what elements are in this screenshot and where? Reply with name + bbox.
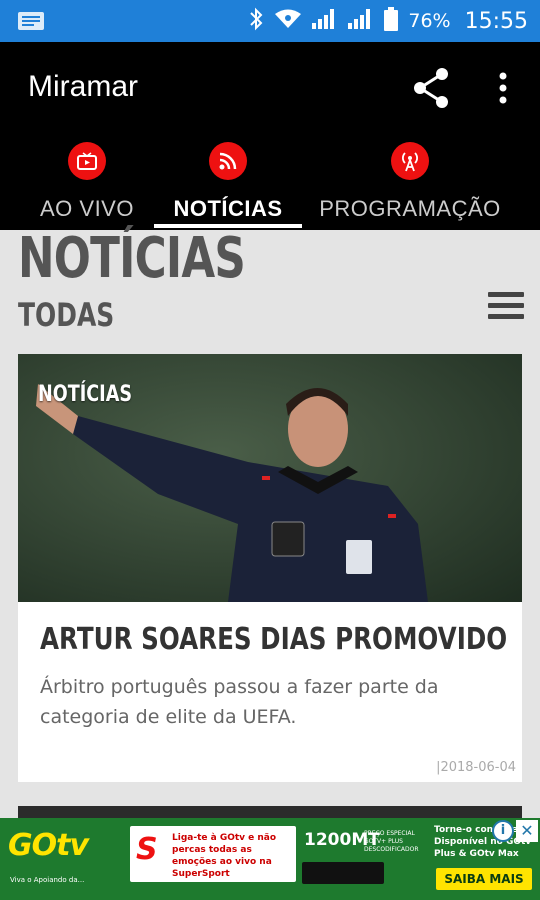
bluetooth-icon bbox=[248, 7, 264, 35]
ad-message: Liga-te à GOtv e não percas todas as emo… bbox=[172, 833, 277, 879]
tab-bar: AO VIVO NOTÍCIAS PROGRAMAÇÃO bbox=[0, 140, 540, 230]
ad-close-icon[interactable]: ✕ bbox=[516, 820, 538, 842]
notification-icon bbox=[18, 10, 46, 32]
live-tv-icon bbox=[68, 142, 106, 180]
ad-brand-logo: GOtv bbox=[8, 828, 89, 863]
article-image: NOTÍCIAS bbox=[18, 354, 522, 602]
ad-brand-sub: Viva o Apoiando da... bbox=[10, 876, 85, 884]
article-date: |2018-06-04 bbox=[436, 760, 516, 775]
article-card[interactable]: NOTÍCIAS ARTUR SOARES DIAS PROMOVIDO Árb… bbox=[18, 354, 522, 782]
tab-programacao[interactable]: PROGRAMAÇÃO bbox=[312, 140, 508, 230]
radio-tower-icon bbox=[391, 142, 429, 180]
ad-banner[interactable]: GOtv Viva o Apoiando da... S Liga-te à G… bbox=[0, 818, 540, 900]
battery-percent: 76% bbox=[408, 10, 451, 32]
article-headline[interactable]: ARTUR SOARES DIAS PROMOVIDO bbox=[40, 622, 507, 657]
more-vert-icon[interactable] bbox=[490, 66, 516, 110]
tab-noticias[interactable]: NOTÍCIAS bbox=[154, 140, 302, 230]
app-title: Miramar bbox=[28, 70, 138, 103]
article-category-tag: NOTÍCIAS bbox=[38, 382, 133, 407]
ad-promo-text: PREÇO ESPECIAL GOTV+ PLUS DESCODIFICADOR bbox=[364, 830, 419, 853]
clock: 15:55 bbox=[464, 8, 528, 34]
tab-label: AO VIVO bbox=[40, 196, 134, 221]
status-bar: 76% 15:55 bbox=[0, 0, 540, 42]
battery-icon bbox=[384, 7, 399, 35]
decoder-image bbox=[302, 862, 384, 884]
wifi-icon bbox=[274, 8, 302, 34]
ad-info-icon[interactable]: i bbox=[492, 820, 514, 842]
category-filter-label: TODAS bbox=[18, 296, 115, 334]
signal-icon bbox=[348, 7, 374, 35]
tab-ao-vivo[interactable]: AO VIVO bbox=[30, 140, 144, 230]
app-bar: Miramar AO VIVO NOTÍCIAS PROGRAMAÇÃO bbox=[0, 42, 540, 230]
supersport-logo: S bbox=[136, 832, 158, 867]
article-summary: Árbitro português passou a fazer parte d… bbox=[40, 676, 439, 728]
ad-cta-button[interactable]: SAIBA MAIS bbox=[436, 868, 532, 890]
tab-label: PROGRAMAÇÃO bbox=[319, 196, 501, 221]
menu-icon[interactable] bbox=[488, 292, 524, 322]
signal-icon bbox=[312, 7, 338, 35]
share-icon[interactable] bbox=[412, 66, 452, 110]
rss-feed-icon bbox=[209, 142, 247, 180]
page-title: NOTÍCIAS bbox=[18, 226, 246, 291]
tab-label: NOTÍCIAS bbox=[173, 196, 283, 221]
